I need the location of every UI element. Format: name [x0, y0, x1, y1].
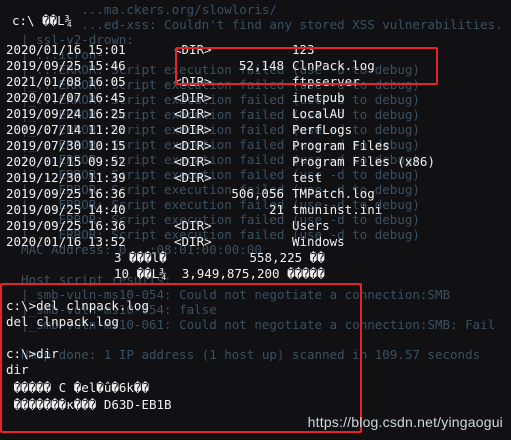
background-log-line: Nmap done: 1 IP address (1 host up) scan…	[6, 347, 481, 362]
prompt-header: c:\ ��L¾	[12, 13, 73, 28]
listing-date: 2020/01/16	[6, 234, 82, 249]
listing-time: 16:36	[88, 218, 126, 233]
watermark-text: https://blog.csdn.net/yingaogui	[307, 414, 503, 430]
volume-serial-line: �������κ��� D63D-EB1B	[6, 397, 172, 412]
listing-name: inetpub	[292, 90, 345, 105]
listing-time: 16:25	[88, 106, 126, 121]
listing-time: 14:40	[88, 202, 126, 217]
listing-date: 2021/01/08	[6, 74, 82, 89]
listing-name: ftpserver	[292, 74, 360, 89]
listing-name: LocalAU	[292, 106, 345, 121]
listing-type: <DIR>	[174, 42, 212, 57]
dirs-summary: 10 ��L¾ 3,949,875,200 �����	[114, 266, 325, 281]
listing-date: 2020/01/16	[6, 42, 82, 57]
listing-name: 123	[292, 42, 315, 57]
listing-type: <DIR>	[174, 170, 212, 185]
listing-name: Program Files	[292, 138, 390, 153]
terminal-window[interactable]: ...ma.ckers.org/slowloris/ ...ed-xss: Co…	[0, 0, 511, 440]
command-del: c:\>del clnpack.log	[6, 298, 149, 313]
listing-name: PerfLogs	[292, 122, 353, 137]
listing-size: 52,148	[238, 58, 284, 73]
listing-time: 09:52	[88, 154, 126, 169]
listing-time: 15:46	[88, 58, 126, 73]
listing-type: <DIR>	[174, 218, 212, 233]
listing-name: TMPatch.log	[292, 186, 375, 201]
listing-date: 2019/09/24	[6, 106, 82, 121]
listing-date: 2020/01/15	[6, 154, 82, 169]
listing-date: 2020/01/07	[6, 90, 82, 105]
listing-type: <DIR>	[174, 106, 212, 121]
listing-name: Windows	[292, 234, 345, 249]
listing-time: 11:39	[88, 170, 126, 185]
listing-name: Users	[292, 218, 330, 233]
files-summary: 3 ���l� 558,225 ��	[114, 250, 325, 265]
background-log-line: ...ed-xss: Couldn't find any stored XSS …	[6, 17, 503, 32]
command-del-echo: del clnpack.log	[6, 314, 119, 329]
listing-name: tmuninst.ini	[292, 202, 383, 217]
listing-date: 2009/07/14	[6, 122, 82, 137]
listing-name: Program Files (x86)	[292, 154, 435, 169]
listing-type: <DIR>	[174, 90, 212, 105]
command-dir-echo: dir	[6, 362, 29, 377]
listing-name: test	[292, 170, 323, 185]
listing-date: 2019/09/25	[6, 218, 82, 233]
listing-date: 2019/09/25	[6, 202, 82, 217]
listing-type: <DIR>	[174, 154, 212, 169]
listing-time: 10:15	[88, 138, 126, 153]
listing-date: 2019/09/25	[6, 58, 82, 73]
listing-date: 2019/12/30	[6, 170, 82, 185]
command-dir: c:\>dir	[6, 346, 59, 361]
listing-time: 15:01	[88, 42, 126, 57]
listing-type: <DIR>	[174, 122, 212, 137]
listing-time: 16:36	[88, 186, 126, 201]
listing-type: <DIR>	[174, 74, 212, 89]
volume-label-line: ����� C �el�û�6k��	[6, 380, 149, 395]
listing-size: 21	[268, 202, 284, 217]
listing-time: 16:45	[88, 90, 126, 105]
listing-date: 2019/07/30	[6, 138, 82, 153]
listing-time: 13:52	[88, 234, 126, 249]
listing-type: <DIR>	[174, 138, 212, 153]
listing-name: ClnPack.log	[292, 58, 375, 73]
listing-time: 11:20	[88, 122, 126, 137]
listing-type: <DIR>	[174, 234, 212, 249]
listing-date: 2019/09/25	[6, 186, 82, 201]
listing-size: 506,056	[231, 186, 284, 201]
listing-time: 16:05	[88, 74, 126, 89]
